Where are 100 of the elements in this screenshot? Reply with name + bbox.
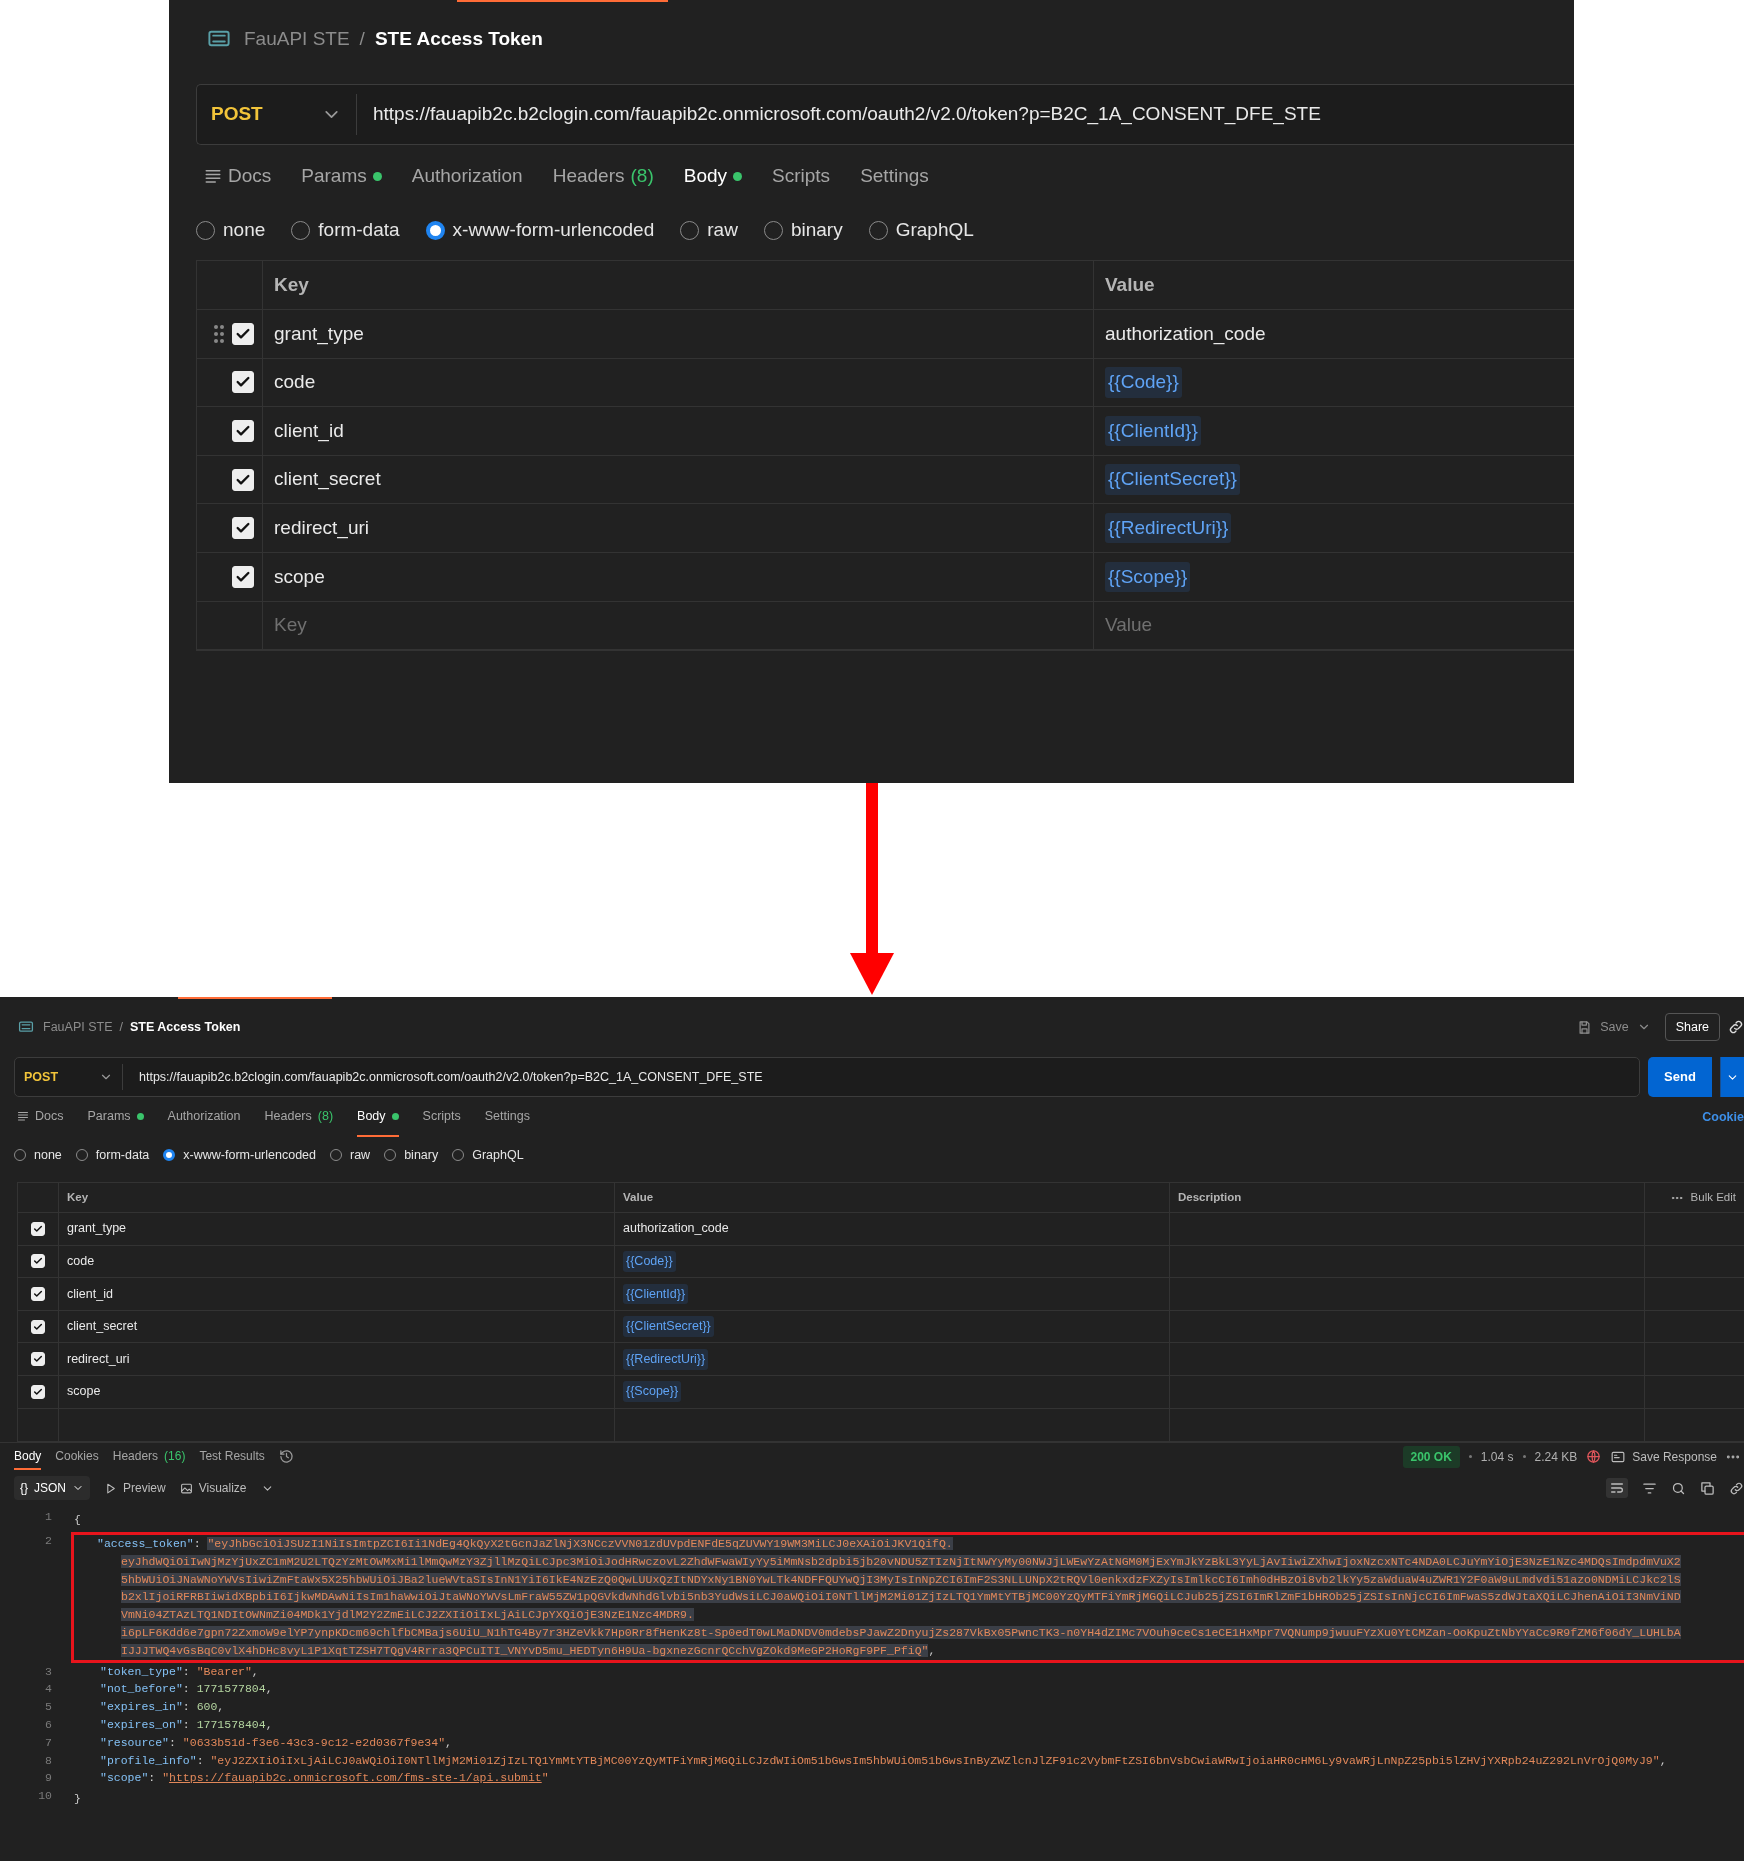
response-tab[interactable]: Cookies xyxy=(55,1443,99,1471)
line-number: 8 xyxy=(44,1752,52,1769)
body-type-radio[interactable]: GraphQL xyxy=(868,215,974,245)
request-tab[interactable]: Authorization xyxy=(167,1097,241,1137)
body-type-radio[interactable]: none xyxy=(14,1145,62,1165)
request-tab[interactable]: Authorization xyxy=(411,145,523,209)
collection-link[interactable]: FauAPI STE xyxy=(43,1017,113,1037)
breadcrumb-separator: / xyxy=(119,1018,123,1036)
checkbox[interactable] xyxy=(232,517,254,540)
request-tab[interactable]: Settings xyxy=(484,1097,530,1137)
key-input-field[interactable]: Key xyxy=(274,611,474,640)
request-tab[interactable]: Docs xyxy=(17,1097,64,1137)
globe-icon[interactable] xyxy=(1586,1449,1602,1465)
response-tab[interactable]: Headers (16) xyxy=(112,1443,186,1471)
drag-handle-icon[interactable] xyxy=(212,322,226,345)
number-value: 1771578404 xyxy=(196,1717,266,1731)
request-tab[interactable]: Params xyxy=(301,145,382,209)
body-type-radio[interactable]: form-data xyxy=(291,215,400,245)
request-tab[interactable]: Scripts xyxy=(422,1097,461,1137)
format-dropdown[interactable]: {} JSON xyxy=(14,1476,91,1501)
request-tab[interactable]: Settings xyxy=(860,145,929,209)
comma-text: , xyxy=(1659,1753,1667,1767)
body-type-radio[interactable]: raw xyxy=(680,215,738,245)
column-header: Key xyxy=(274,272,309,297)
url-field[interactable]: https://fauapib2c.b2clogin.com/fauapib2c.onmicrosoft.com/oauth2/v2.0/token?p=B2C_1A_CONSENT_DFE_STE xyxy=(357,100,1321,129)
checkbox[interactable] xyxy=(232,468,254,491)
body-type-radio[interactable]: x-www-form-urlencoded xyxy=(425,215,655,245)
checkbox[interactable] xyxy=(31,1287,45,1301)
bulk-edit-link[interactable]: Bulk Edit xyxy=(1690,1188,1736,1207)
request-tab[interactable]: Body xyxy=(683,145,743,209)
variable-chip: {{Scope}} xyxy=(623,1381,682,1403)
save-button[interactable]: Save xyxy=(1600,1017,1629,1037)
number-value: 1771577804 xyxy=(196,1682,266,1696)
response-tab[interactable]: Test Results xyxy=(199,1443,265,1471)
method-dropdown[interactable]: POST xyxy=(15,1063,123,1091)
column-header: Key xyxy=(67,1189,89,1205)
link-icon[interactable] xyxy=(1729,1480,1744,1496)
line-number: 6 xyxy=(44,1716,52,1733)
save-response-button[interactable]: Save Response xyxy=(1610,1447,1717,1466)
body-type-radio[interactable]: binary xyxy=(763,215,843,245)
collection-link[interactable]: FauAPI STE xyxy=(244,24,350,54)
body-type-radio[interactable]: raw xyxy=(330,1145,371,1165)
share-button[interactable]: Share xyxy=(1664,1012,1720,1042)
checkbox[interactable] xyxy=(31,1352,45,1367)
check-icon xyxy=(33,1223,43,1234)
line-number: 1 xyxy=(44,1509,52,1526)
json-key: "not_before" xyxy=(100,1682,183,1696)
view-mode-button[interactable]: Preview xyxy=(104,1479,166,1498)
variable-chip: {{ClientSecret}} xyxy=(623,1316,714,1337)
link-icon[interactable] xyxy=(1728,1019,1744,1035)
search-icon[interactable] xyxy=(1671,1480,1686,1496)
checkbox[interactable] xyxy=(232,565,254,588)
column-header: Description xyxy=(1178,1189,1242,1205)
view-mode-button[interactable]: Visualize xyxy=(179,1479,247,1498)
key-text: grant_type xyxy=(67,1220,127,1238)
value-text: authorization_code xyxy=(623,1220,729,1238)
brace-text: { xyxy=(74,1513,81,1527)
save-icon[interactable] xyxy=(1577,1019,1593,1035)
request-tab[interactable]: Docs xyxy=(204,145,272,209)
request-tab[interactable]: Headers (8) xyxy=(552,145,654,209)
cookies-link[interactable]: Cookie xyxy=(1702,1107,1744,1127)
colon-text: : xyxy=(182,1717,191,1731)
string-value: VmNi04ZTAzLTQ1NDItOWNmZi04MDk1YjdlM2Y2ZmEiLCJ2ZXIiOiIxLjAiLCJpYXQiOjE3NzE1Nzc4MDR9. xyxy=(121,1608,694,1622)
image-icon xyxy=(179,1481,193,1495)
send-button[interactable]: Send xyxy=(1648,1057,1712,1097)
check-icon xyxy=(33,1256,43,1267)
checkbox[interactable] xyxy=(232,322,254,345)
column-header: Value xyxy=(1105,272,1155,297)
body-type-radio[interactable]: x-www-form-urlencoded xyxy=(163,1145,316,1165)
body-type-radio[interactable]: form-data xyxy=(75,1145,150,1165)
string-value: eyJhdWQiOiIwNjMzYjUxZC1mM2U2LTQzYzMtOWMxMi1lMmQwMzY3ZjllMzQiLCJpc3MiOiJodHRwczovL2ZhdWFwaWIyYy5iMmNsb2dpbi5jb20vNDU5ZTIzNjItNWYyMy00NWJjLWEwYzAtNGM0MjExYmJkYzBkL3YyLjAvIiwiZXhwIjoxNzcxNTc4NDA0LCJuYmYiOjE3NzE1Nzc4MDQsImdpdmVuX2 xyxy=(121,1554,1681,1568)
body-type-radio[interactable]: binary xyxy=(384,1145,439,1165)
string-value: i6pLF6Kdd6e7gpn72ZxmoW9elYP7ynpKDcm69chlfbCMBajs6UiU_N1hTG4By7r3HZeVkk7Hp0Rr8fHenKz8t-Sp0edT0wLMaDNDV0mdebsPJawZ2DnyujZs287VkBx05PwncTK3-n0YH4dZIMc7VOuh9ceCs1eCE1HxMpr7VQNump9jwuuFYzXu0YtCMZan-OoKpuZtNbYYaCc9R9fZM6f06dY_LUHLbA xyxy=(121,1625,1681,1639)
request-tab[interactable]: Params xyxy=(87,1097,144,1137)
copy-icon[interactable] xyxy=(1700,1480,1715,1496)
json-key: "profile_info" xyxy=(100,1753,197,1767)
filter-icon[interactable] xyxy=(1642,1480,1657,1496)
url-link[interactable]: https://fauapib2c.onmicrosoft.com/fms-ste-1/api.submit xyxy=(169,1771,542,1785)
checkbox[interactable] xyxy=(232,371,254,394)
wrap-lines-icon[interactable] xyxy=(1606,1478,1628,1499)
method-dropdown[interactable]: POST xyxy=(197,93,357,136)
history-icon[interactable] xyxy=(278,1449,294,1465)
request-tab[interactable]: Scripts xyxy=(772,145,831,209)
request-tab[interactable]: Body xyxy=(357,1097,399,1137)
checkbox[interactable] xyxy=(31,1254,45,1269)
colon-text: : xyxy=(193,1536,202,1550)
checkbox[interactable] xyxy=(232,420,254,442)
value-input-field[interactable]: Value xyxy=(1105,611,1305,640)
request-tab[interactable]: Headers (8) xyxy=(264,1097,334,1137)
checkbox[interactable] xyxy=(31,1221,45,1236)
response-tab[interactable]: Body xyxy=(14,1443,42,1471)
url-field[interactable]: https://fauapib2c.b2clogin.com/fauapib2c.onmicrosoft.com/oauth2/v2.0/token?p=B2C_1A_CONSENT_DFE_STE xyxy=(123,1067,763,1087)
body-type-radio[interactable]: none xyxy=(196,215,266,245)
json-key: "access_token" xyxy=(97,1536,194,1550)
checkbox[interactable] xyxy=(31,1319,45,1334)
checkbox[interactable] xyxy=(31,1384,45,1399)
key-text: code xyxy=(67,1253,95,1270)
string-value: "0633b51d-f3e6-43c3-9c12-e2d0367f9e34" xyxy=(182,1735,446,1749)
body-type-radio[interactable]: GraphQL xyxy=(452,1145,524,1165)
colon-text: : xyxy=(182,1682,191,1696)
